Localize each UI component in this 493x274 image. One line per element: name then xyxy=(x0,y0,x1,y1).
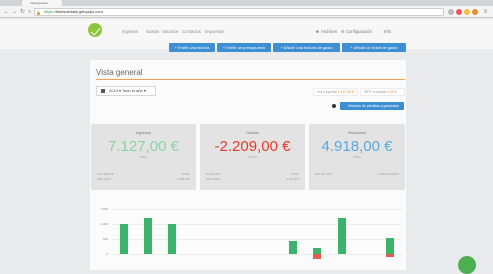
emit-invoice-button[interactable]: + Emitir una factura xyxy=(169,43,215,52)
calendar-icon xyxy=(101,89,105,93)
star-icon[interactable] xyxy=(448,9,454,15)
irpf-box: IRPF a liquidar 0,00 € xyxy=(360,88,405,96)
chart-gridline xyxy=(112,209,402,210)
url-host: tiketsdedaily.getquipu.com xyxy=(56,9,103,14)
result-card: Resultado 4.918,00 € (B&E) Iva 1.127,00 … xyxy=(309,124,405,190)
card-value: -2.209,00 € xyxy=(214,138,291,155)
title-divider xyxy=(96,79,405,80)
income-bar[interactable] xyxy=(120,224,129,254)
menu-icon[interactable]: ≡ xyxy=(482,8,489,16)
add-expense-ticket-button[interactable]: + Añadir un ticket de gasto xyxy=(342,43,406,52)
income-bar[interactable] xyxy=(385,237,394,254)
card-foot-right: TOTAL xyxy=(290,173,299,176)
help-chat-button[interactable] xyxy=(458,256,476,274)
settings-gear-icon[interactable] xyxy=(332,104,336,108)
y-tick-label: 1.000 xyxy=(100,222,108,226)
back-icon[interactable]: ← xyxy=(3,8,10,16)
chart-gridline xyxy=(112,239,402,240)
nav-ingresos[interactable]: Ingresos xyxy=(122,29,138,34)
expense-bar[interactable] xyxy=(313,254,322,259)
nav-contactos[interactable]: Contactos xyxy=(182,29,201,34)
reload-icon[interactable]: ↻ xyxy=(19,8,26,16)
nav-info[interactable]: Info xyxy=(384,29,391,34)
expense-card: Gastos -2.209,00 € (B&E) Iva 364,70 € IR… xyxy=(200,124,305,190)
chart-gridline xyxy=(112,224,402,225)
gear-small-icon: ⚙ xyxy=(341,29,345,34)
iva-box: IVA a liquidar 1.127,00 € xyxy=(313,88,358,96)
browser-toolbar: ← → ↻ ⌂ https://tiketsdedaily.getquipu.c… xyxy=(0,6,493,18)
emit-quote-button[interactable]: + Emitir un presupuesto xyxy=(217,43,271,52)
add-expense-invoice-button[interactable]: + Añadir una factura de gasto xyxy=(273,43,340,52)
app-logo[interactable] xyxy=(88,23,102,37)
card-value: 4.918,00 € xyxy=(321,138,393,155)
irpf-label: IRPF a liquidar xyxy=(364,90,387,94)
income-bar[interactable] xyxy=(337,218,346,254)
card-sub: (B&E) xyxy=(139,155,148,159)
card-sub: (B&E) xyxy=(352,155,361,159)
nav-configuracion[interactable]: Configuración xyxy=(346,29,372,34)
chart-gridline xyxy=(112,254,402,255)
income-bar[interactable] xyxy=(144,218,153,254)
card-foot-right: -2.573,00 € xyxy=(285,178,299,181)
card-foot-left: IRPF 0,00 € xyxy=(97,178,111,181)
forward-icon[interactable]: → xyxy=(11,8,18,16)
y-tick-label: 0 xyxy=(106,252,108,256)
card-foot-left: Iva 1.458,00 € xyxy=(97,173,114,176)
card-foot-left: Iva 364,70 € xyxy=(206,173,221,176)
card-sub: (B&E) xyxy=(248,155,257,159)
nav-usuarios[interactable]: Usuarios xyxy=(162,29,179,34)
iva-label: IVA a liquidar xyxy=(317,90,337,94)
card-title: Ingresos xyxy=(135,130,152,135)
history-button[interactable]: Histórico de pérdidas y ganancias xyxy=(340,102,404,110)
nav-archivos[interactable]: Archivos xyxy=(321,29,337,34)
iva-value: 1.127,00 € xyxy=(337,90,354,94)
extension-red-icon[interactable] xyxy=(456,9,462,15)
url-bar[interactable]: https://tiketsdedaily.getquipu.com xyxy=(34,8,444,16)
home-icon[interactable]: ⌂ xyxy=(26,8,33,16)
page-title: Vista general xyxy=(96,68,143,77)
nav-gastos[interactable]: Gastos xyxy=(146,29,159,34)
y-tick-label: 1.500 xyxy=(100,207,108,211)
income-bar[interactable] xyxy=(289,240,298,254)
lock-icon: 🔒 xyxy=(36,10,41,15)
archivos-icon: ■ xyxy=(316,29,319,34)
card-foot-right: TOTAL 6.045,00 € xyxy=(377,173,399,176)
income-card: Ingresos 7.127,00 € (B&E) Iva 1.458,00 €… xyxy=(91,124,196,190)
card-foot-right: 8.585,00 € xyxy=(177,178,190,181)
income-expense-chart: 1.500 1.000 500 0 xyxy=(90,197,406,267)
card-foot-left: IRPF 0,00 € xyxy=(206,178,220,181)
card-title: Gastos xyxy=(246,130,259,135)
card-title: Resultado xyxy=(347,130,366,135)
card-foot-left: Iva 1.127,00 € xyxy=(315,173,332,176)
nav-impuestos[interactable]: Impuestos xyxy=(205,29,224,34)
expense-bar[interactable] xyxy=(385,254,394,257)
card-foot-right: TOTAL xyxy=(181,173,190,176)
period-value: Todo el año xyxy=(122,88,143,93)
card-value: 7.127,00 € xyxy=(108,138,179,155)
period-select[interactable]: 2014 ▾ Todo el año ▾ xyxy=(96,86,156,96)
extension-yellow-icon[interactable] xyxy=(464,9,470,15)
extension-orange-icon[interactable] xyxy=(472,9,478,15)
url-scheme: https:// xyxy=(44,9,57,14)
irpf-value: 0,00 € xyxy=(387,90,397,94)
income-bar[interactable] xyxy=(168,224,177,254)
year-value: 2014 xyxy=(109,88,118,93)
y-tick-label: 500 xyxy=(102,237,108,241)
